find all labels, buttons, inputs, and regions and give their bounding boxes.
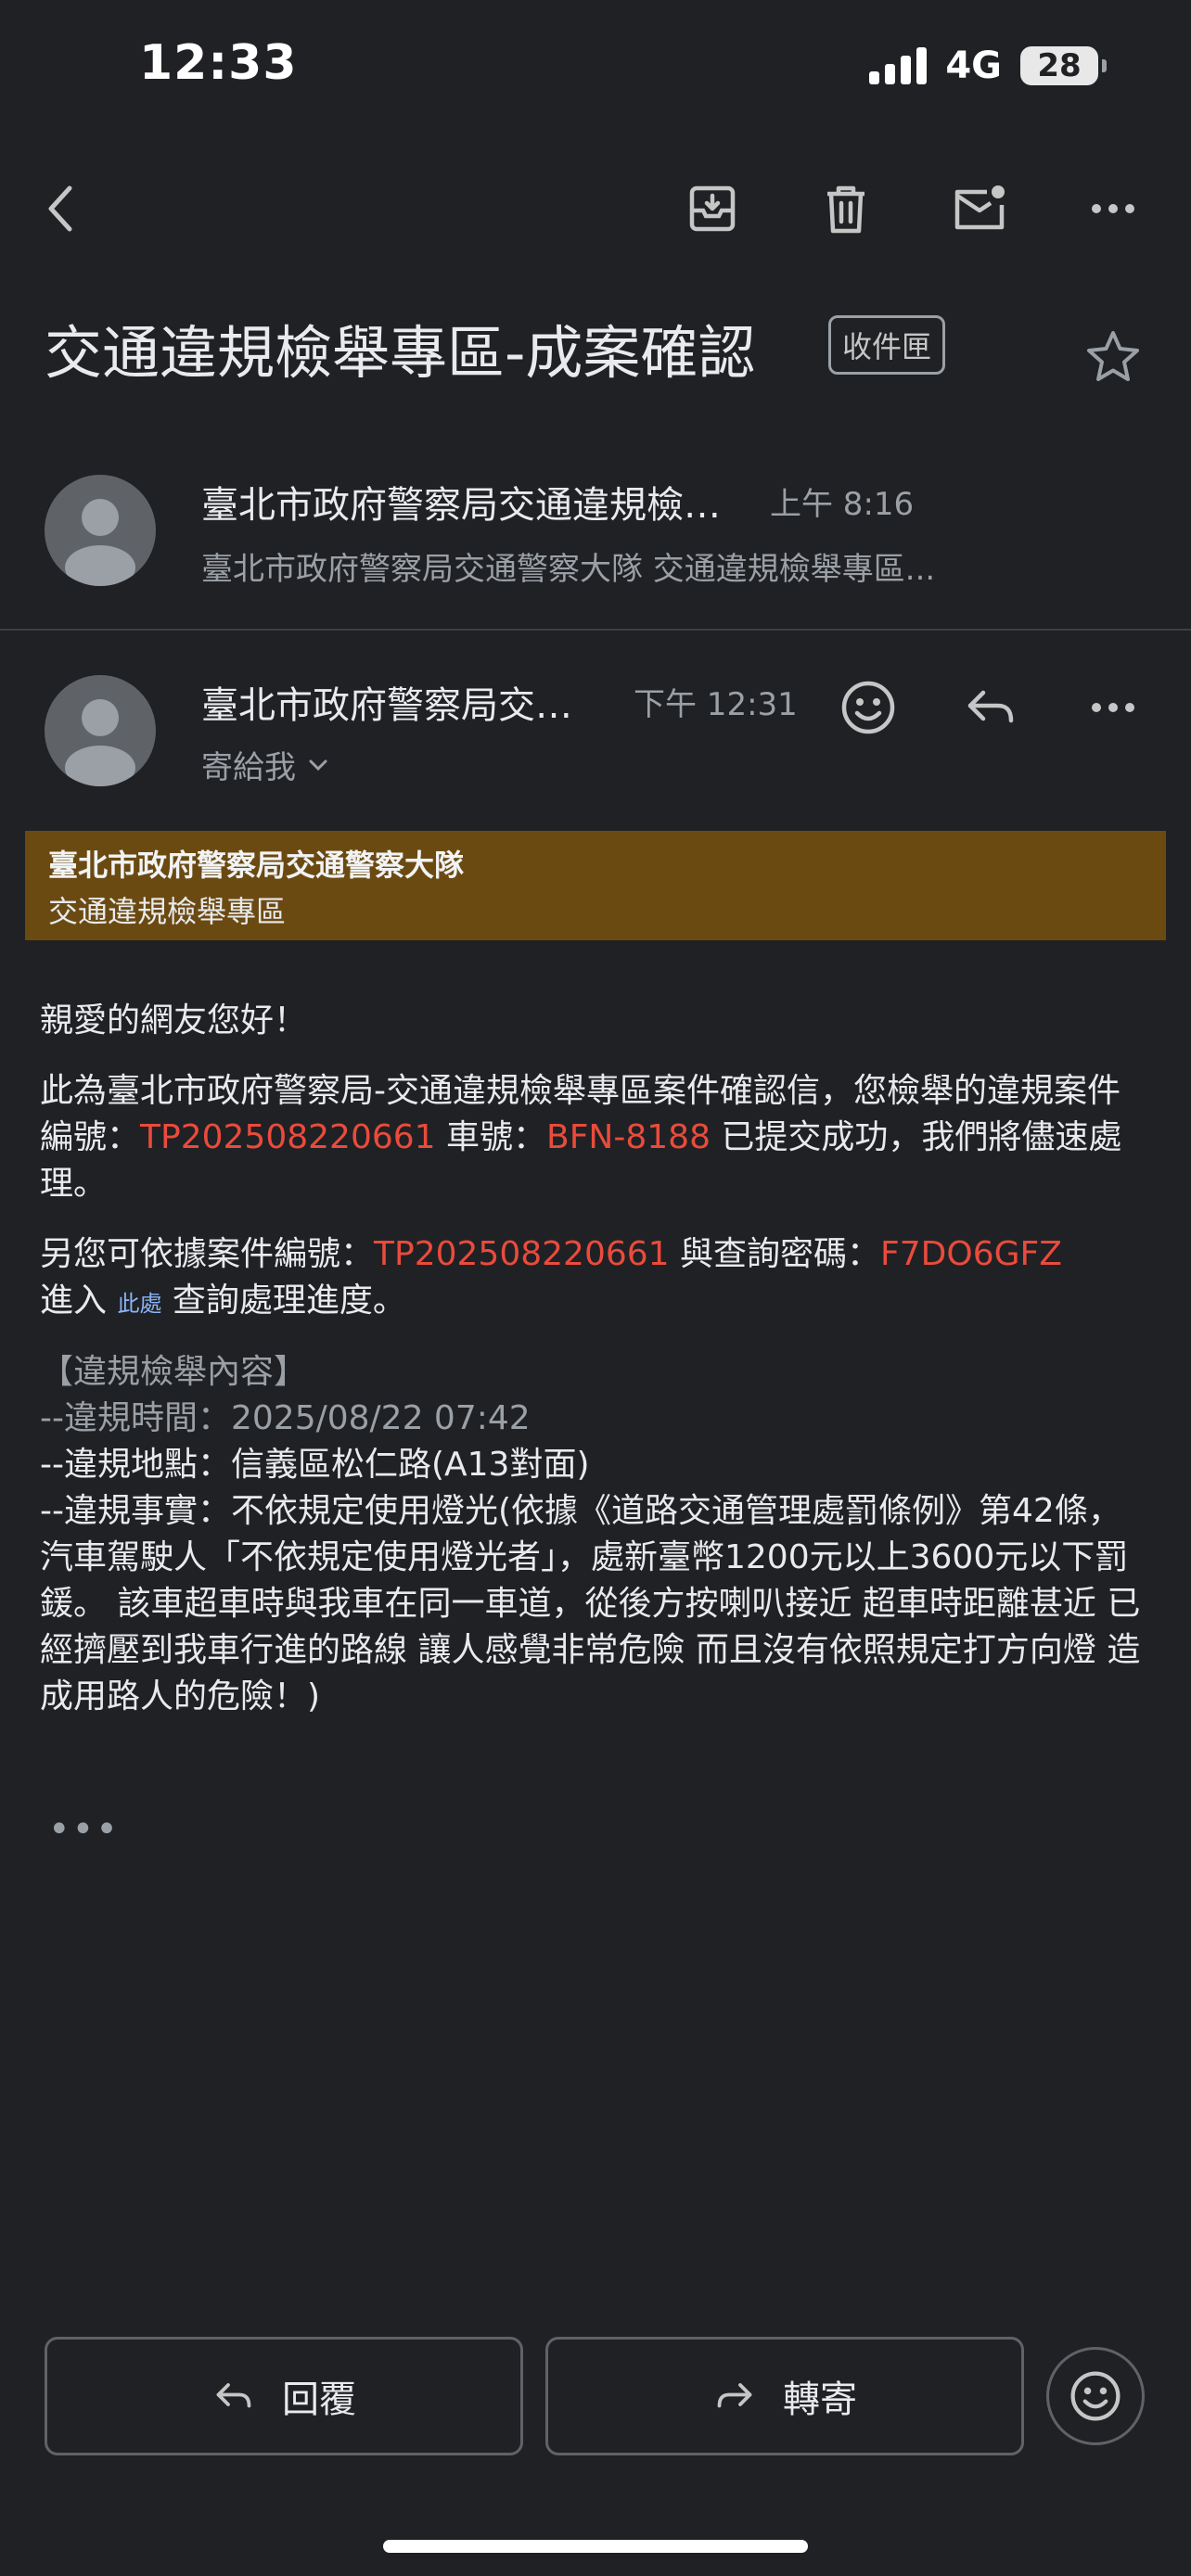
sender-avatar [45,675,156,786]
plate-number: BFN-8188 [546,1118,711,1156]
case-number: TP202508220661 [140,1118,436,1156]
reply-button[interactable] [949,666,1032,749]
archive-icon [689,185,736,232]
section-title: 【違規檢舉內容】 [40,1353,308,1391]
sender-name[interactable]: 臺北市政府警察局交… [201,675,572,729]
archive-button[interactable] [671,167,754,250]
thread-divider [0,629,1191,631]
collapsed-message[interactable]: 臺北市政府警察局交通違規檢… 上午 8:16 臺北市政府警察局交通警察大隊 交通… [0,454,1191,612]
home-indicator[interactable] [383,2540,808,2553]
star-button[interactable] [1071,315,1155,399]
email-subject: 交通違規檢舉專區-成案確認 [45,319,756,387]
query-password: F7DO6GFZ [880,1235,1062,1273]
mark-unread-button[interactable] [938,167,1021,250]
sender-avatar [45,475,156,586]
emoji-reaction-button[interactable] [1046,2347,1145,2445]
confirmation-paragraph: 此為臺北市政府警察局-交通違規檢舉專區案件確認信，您檢舉的違規案件編號：TP20… [40,1068,1153,1207]
banner-subtitle: 交通違規檢舉專區 [48,894,287,929]
text: 另您可依據案件編號： [40,1235,375,1273]
reply-icon [216,2383,251,2408]
person-icon [65,499,135,586]
banner-title: 臺北市政府警察局交通警察大隊 [48,848,465,883]
show-trimmed-content[interactable]: ••• [48,1808,120,1851]
message-time: 上午 8:16 [770,486,915,523]
delete-button[interactable] [804,167,888,250]
recipient-text: 寄給我 [201,749,296,786]
violation-fact: --違規事實：不依規定使用燈光(依據《道路交通管理處罰條例》第42條，汽車駕駛人… [40,1492,1141,1715]
emoji-icon [1070,2371,1121,2421]
case-number: TP202508220661 [374,1235,670,1273]
message-time: 下午 12:31 [634,686,798,723]
more-options-button[interactable] [1071,167,1155,250]
inbox-label[interactable]: 收件匣 [828,315,946,375]
person-icon [65,699,135,786]
message-snippet: 臺北市政府警察局交通警察大隊 交通違規檢舉專區... [201,551,936,588]
battery-icon: 28 [1020,46,1107,85]
battery-level: 28 [1037,47,1082,84]
star-icon [1087,331,1139,381]
message-more-button[interactable] [1071,666,1155,749]
emoji-icon [841,681,895,734]
violation-time: --違規時間：2025/08/22 07:42 [40,1399,531,1437]
reply-label: 回覆 [282,2378,356,2421]
chevron-down-icon [309,759,327,771]
more-icon [1092,204,1134,213]
text: 進入 [40,1282,118,1320]
report-details: 【違規檢舉內容】 --違規時間：2025/08/22 07:42 --違規地點：… [40,1349,1153,1720]
recipient-toggle[interactable]: 寄給我 [201,742,331,787]
reply-icon [967,690,1014,723]
forward-icon [717,2383,752,2408]
sender-name: 臺北市政府警察局交通違規檢… [201,484,721,527]
query-paragraph: 另您可依據案件編號：TP202508220661 與查詢密碼：F7DO6GFZ 進… [40,1231,1153,1327]
status-indicators: 4G 28 [869,45,1107,87]
greeting: 親愛的網友您好！ [40,1001,308,1039]
text: 與查詢密碼： [669,1235,881,1273]
text: 車號： [435,1118,547,1156]
text: 查詢處理進度。 [161,1282,406,1320]
forward-action-button[interactable]: 轉寄 [545,2337,1024,2455]
delete-icon [827,185,864,234]
back-icon [48,185,72,232]
more-icon [1092,703,1134,712]
query-link[interactable]: 此處 [117,1291,161,1317]
forward-label: 轉寄 [783,2378,857,2421]
violation-place: --違規地點：信義區松仁路(A13對面) [40,1446,590,1484]
status-time: 12:33 [139,35,298,91]
back-button[interactable] [20,167,104,250]
signal-icon [869,47,928,84]
add-reaction-button[interactable] [826,666,910,749]
network-type: 4G [945,45,1002,87]
reply-action-button[interactable]: 回覆 [45,2337,523,2455]
mark-unread-icon [954,185,1005,230]
